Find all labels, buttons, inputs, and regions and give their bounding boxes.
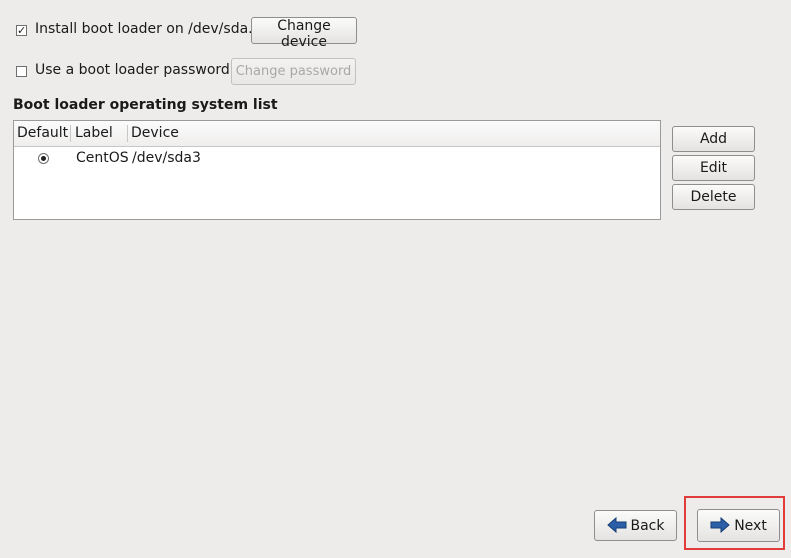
radio-selected-dot (41, 156, 46, 161)
next-button[interactable]: Next (697, 509, 780, 542)
column-separator (127, 125, 128, 142)
next-button-label: Next (734, 517, 767, 534)
arrow-left-icon (606, 516, 626, 533)
column-header-label[interactable]: Label (75, 121, 113, 146)
os-list-header: Default Label Device (14, 121, 660, 147)
table-row[interactable]: CentOS /dev/sda3 (14, 147, 660, 169)
column-header-default[interactable]: Default (17, 121, 68, 146)
install-bootloader-label: Install boot loader on /dev/sda. (35, 21, 253, 37)
edit-button[interactable]: Edit (672, 155, 755, 181)
bootloader-password-label: Use a boot loader password (35, 62, 230, 78)
add-button[interactable]: Add (672, 126, 755, 152)
os-list-title: Boot loader operating system list (13, 97, 278, 113)
column-separator (70, 125, 71, 142)
back-button-label: Back (630, 517, 665, 534)
os-device-cell: /dev/sda3 (132, 150, 201, 166)
arrow-right-icon (710, 516, 730, 533)
os-label-cell: CentOS (76, 150, 129, 166)
delete-button[interactable]: Delete (672, 184, 755, 210)
default-os-radio[interactable] (38, 153, 49, 164)
bootloader-password-checkbox[interactable] (16, 66, 27, 77)
change-device-button[interactable]: Change device (251, 17, 357, 50)
change-password-button[interactable]: Change password (231, 58, 356, 85)
back-button[interactable]: Back (594, 510, 677, 541)
column-header-device[interactable]: Device (131, 121, 179, 146)
os-list: Default Label Device CentOS /dev/sda3 (13, 120, 661, 220)
install-bootloader-checkbox[interactable]: ✓ (16, 25, 27, 36)
